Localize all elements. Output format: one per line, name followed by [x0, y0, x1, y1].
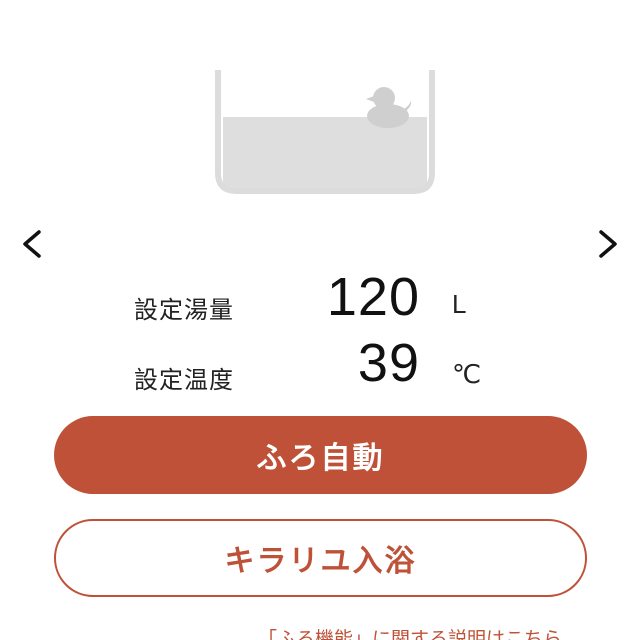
next-button[interactable]	[588, 224, 628, 264]
auto-bath-button[interactable]: ふろ自動	[54, 416, 587, 494]
chevron-left-icon	[23, 230, 41, 258]
water-amount-value: 120	[326, 267, 420, 327]
chevron-right-icon	[599, 230, 617, 258]
water-amount-unit: L	[452, 289, 467, 319]
bathtub-with-duck-icon	[215, 70, 435, 194]
kirari-bath-button[interactable]: キラリユ入浴	[54, 519, 587, 597]
water-amount-label: 設定湯量	[134, 296, 234, 324]
auto-bath-button-label: ふろ自動	[256, 441, 385, 476]
bath-water	[223, 117, 427, 189]
water-temperature-value: 39	[357, 333, 420, 393]
rubber-duck-icon	[366, 87, 412, 128]
kirari-bath-button-label: キラリユ入浴	[224, 544, 417, 579]
water-temperature-label: 設定温度	[134, 366, 234, 394]
water-amount-setting: 設定湯量 120 L	[0, 267, 640, 338]
previous-button[interactable]	[12, 224, 52, 264]
bath-function-help-link[interactable]: 「ふろ機能」に関する説明はこちら	[258, 624, 562, 640]
water-temperature-setting: 設定温度 39 ℃	[0, 333, 640, 406]
bath-control-screen: 設定湯量 120 L 設定温度 39 ℃ ふろ自動 キラリユ入浴 「ふろ機能」に…	[0, 0, 640, 640]
water-temperature-unit: ℃	[452, 359, 482, 389]
